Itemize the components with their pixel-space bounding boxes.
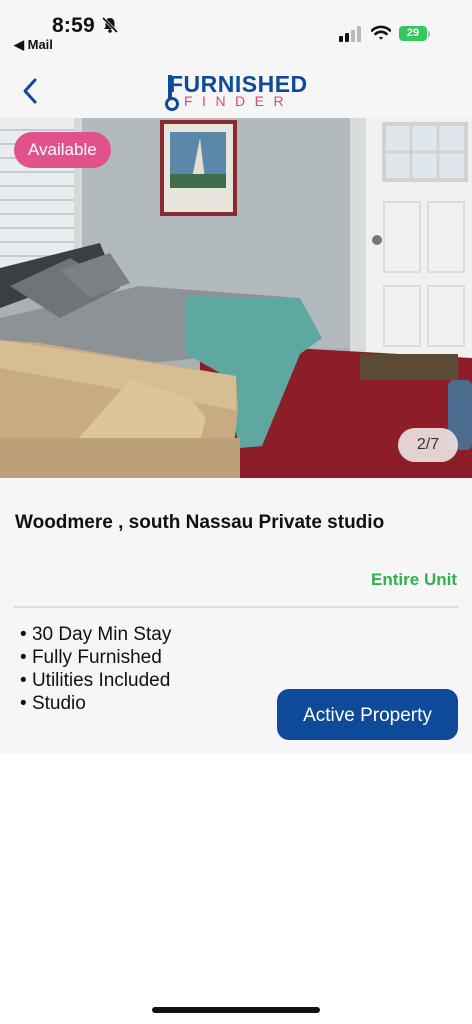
listing-photo[interactable]: [0, 118, 472, 478]
battery-indicator: 29: [399, 26, 427, 41]
logo-wordmark-bottom: FINDER: [184, 93, 294, 109]
divider: [14, 606, 458, 608]
unit-type-label: Entire Unit: [371, 570, 457, 589]
bell-muted-icon: [101, 16, 119, 39]
back-to-mail-link[interactable]: ◀ Mail: [14, 37, 53, 53]
availability-badge: Available: [14, 132, 111, 168]
wifi-icon: [370, 25, 392, 46]
feature-item: Utilities Included: [20, 669, 171, 692]
battery-tip: [428, 31, 430, 37]
furnished-finder-logo: FURNISHED FINDER: [164, 71, 314, 111]
feature-item: Fully Furnished: [20, 646, 171, 669]
nav-bar: FURNISHED FINDER: [0, 58, 472, 118]
cellular-signal-icon: [339, 26, 363, 47]
home-indicator[interactable]: [152, 1007, 320, 1013]
key-icon: [164, 73, 184, 118]
feature-item: Studio: [20, 692, 171, 715]
back-button[interactable]: [18, 74, 46, 108]
active-property-button[interactable]: Active Property: [277, 689, 458, 740]
photo-counter: 2/7: [398, 428, 458, 462]
status-time: 8:59: [52, 14, 95, 37]
feature-list: 30 Day Min Stay Fully Furnished Utilitie…: [20, 623, 171, 715]
chevron-left-icon: [23, 78, 37, 104]
feature-item: 30 Day Min Stay: [20, 623, 171, 646]
listing-card[interactable]: Woodmere , south Nassau Private studio E…: [0, 478, 472, 754]
status-bar: 8:59 ◀ Mail 29: [0, 0, 472, 58]
listing-title: Woodmere , south Nassau Private studio: [15, 512, 385, 533]
